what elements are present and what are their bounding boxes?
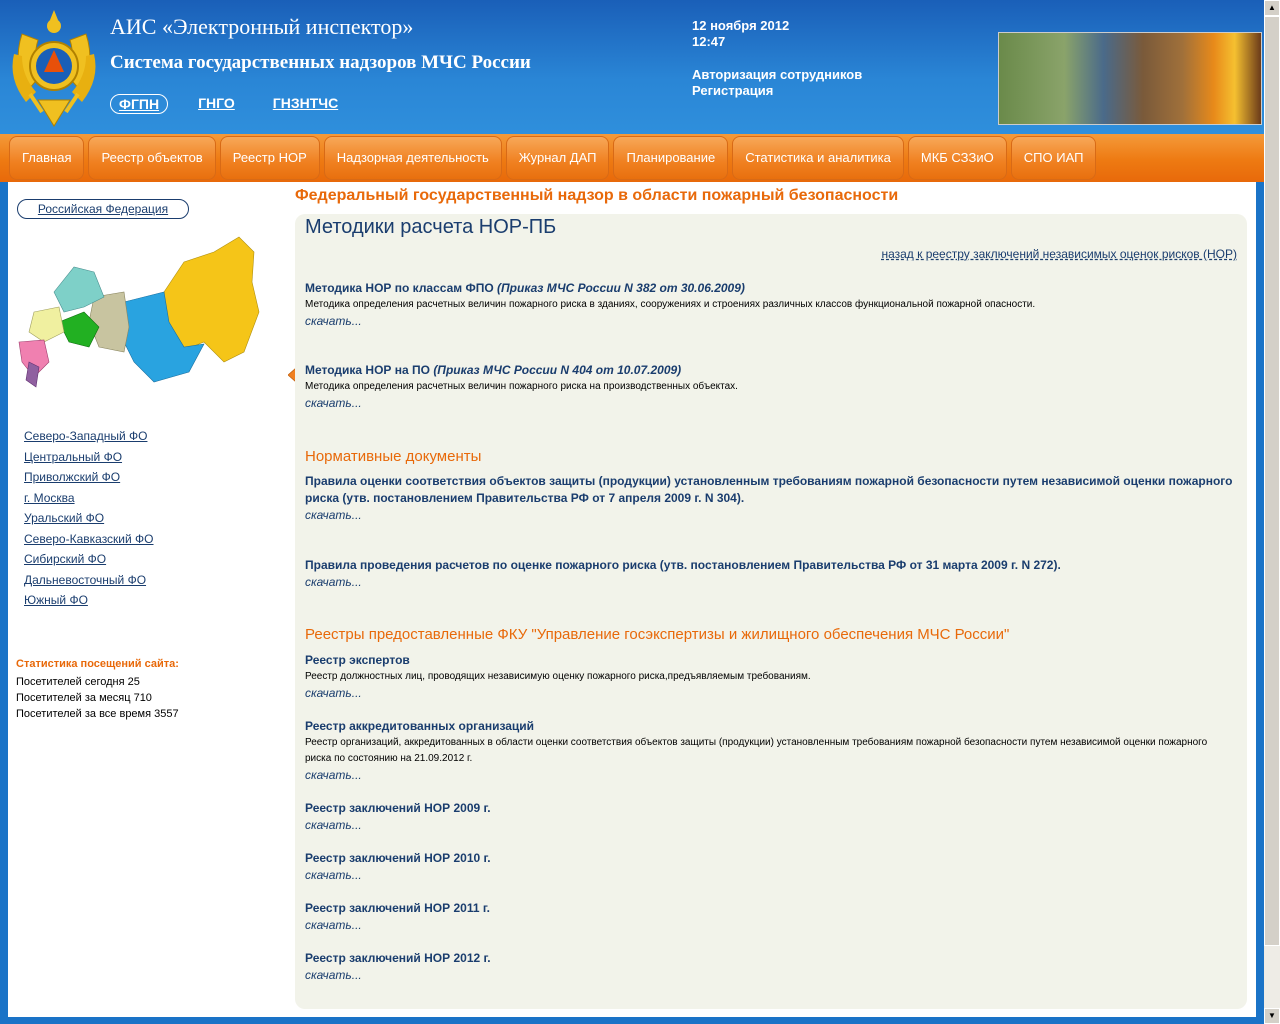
registry-item: Реестр заключений НОР 2009 г. скачать...	[305, 800, 1235, 834]
registry-item: Реестр заключений НОР 2010 г. скачать...	[305, 850, 1235, 884]
registry-title: Реестр заключений НОР 2012 г.	[305, 951, 491, 965]
registry-item: Реестр заключений НОР 2011 г. скачать...	[305, 900, 1235, 934]
scrollbar-thumb[interactable]	[1264, 16, 1280, 946]
registry-item: Реестр аккредитованных организаций Реест…	[305, 718, 1235, 784]
download-link[interactable]: скачать...	[305, 917, 1235, 934]
registry-item: Реестр заключений НОР 2012 г. скачать...	[305, 950, 1235, 984]
mchs-emblem-icon	[12, 10, 96, 127]
stats-total: Посетителей за все время 3557	[16, 708, 179, 720]
federal-supervision-title: Федеральный государственный надзор в обл…	[295, 187, 899, 204]
district-link[interactable]: Дальневосточный ФО	[24, 570, 154, 591]
district-link[interactable]: Северо-Западный ФО	[24, 426, 154, 447]
download-link[interactable]: скачать...	[305, 574, 1235, 591]
method-order: (Приказ МЧС России N 404 от 10.07.2009)	[433, 363, 682, 377]
download-link[interactable]: скачать...	[305, 767, 1235, 784]
tab-home[interactable]: Главная	[9, 136, 85, 180]
download-link[interactable]: скачать...	[305, 867, 1235, 884]
district-link[interactable]: Уральский ФО	[24, 508, 154, 529]
main-nav: Главная Реестр объектов Реестр НОР Надзо…	[0, 134, 1264, 182]
download-link[interactable]: скачать...	[305, 313, 1235, 330]
browser-viewport: АИС «Электронный инспектор» Система госу…	[0, 0, 1264, 1024]
method-item: Методика НОР по классам ФПО (Приказ МЧС …	[305, 280, 1235, 330]
method-description: Методика определения расчетных величин п…	[305, 381, 738, 392]
method-description: Методика определения расчетных величин п…	[305, 299, 1036, 310]
header-photo	[998, 32, 1262, 125]
tab-statistics[interactable]: Статистика и аналитика	[732, 136, 904, 180]
site-subtitle: Система государственных надзоров МЧС Рос…	[110, 52, 531, 73]
tab-dap-journal[interactable]: Журнал ДАП	[505, 136, 610, 180]
site-title: АИС «Электронный инспектор»	[110, 14, 414, 39]
registry-title: Реестр экспертов	[305, 653, 410, 667]
page-title: Методики расчета НОР-ПБ	[305, 216, 557, 238]
stats-today: Посетителей сегодня 25	[16, 676, 140, 688]
registry-description: Реестр организаций, аккредитованных в об…	[305, 737, 1208, 764]
method-order: (Приказ МЧС России N 382 от 30.06.2009)	[497, 281, 745, 295]
registry-title: Реестр заключений НОР 2010 г.	[305, 851, 491, 865]
section-normative-docs: Нормативные документы	[305, 448, 482, 465]
tab-spo-iap[interactable]: СПО ИАП	[1010, 136, 1097, 180]
download-link[interactable]: скачать...	[305, 967, 1235, 984]
doc-title: Правила оценки соответствия объектов защ…	[305, 474, 1233, 505]
page-body: Российская Федерация Северо-Западный ФО …	[8, 182, 1256, 1017]
date-time: 12 ноября 2012 12:47	[692, 18, 789, 50]
registry-description: Реестр должностных лиц, проводящих незав…	[305, 671, 811, 682]
district-link[interactable]: Приволжский ФО	[24, 467, 154, 488]
registry-title: Реестр заключений НОР 2009 г.	[305, 801, 491, 815]
method-item: Методика НОР на ПО (Приказ МЧС России N …	[305, 362, 1235, 412]
tab-mkb[interactable]: МКБ СЗЗиО	[907, 136, 1007, 180]
download-link[interactable]: скачать...	[305, 685, 1235, 702]
registry-title: Реестр заключений НОР 2011 г.	[305, 901, 490, 915]
scroll-up-icon[interactable]: ▲	[1264, 0, 1280, 16]
content-panel: Методики расчета НОР-ПБ назад к реестру …	[295, 214, 1247, 1009]
vertical-scrollbar[interactable]: ▲ ▼	[1264, 0, 1280, 1024]
link-gnzntchs[interactable]: ГНЗНТЧС	[265, 94, 346, 114]
site-header: АИС «Электронный инспектор» Система госу…	[0, 0, 1264, 134]
link-gngo[interactable]: ГНГО	[190, 94, 243, 114]
download-link[interactable]: скачать...	[305, 817, 1235, 834]
current-time: 12:47	[692, 34, 726, 49]
registry-item: Реестр экспертов Реестр должностных лиц,…	[305, 652, 1235, 702]
download-link[interactable]: скачать...	[305, 395, 1235, 412]
back-to-registry-link[interactable]: назад к реестру заключений независимых о…	[881, 247, 1237, 261]
district-list: Северо-Западный ФО Центральный ФО Привол…	[24, 426, 154, 611]
district-link[interactable]: г. Москва	[24, 488, 154, 509]
register-link[interactable]: Регистрация	[692, 83, 862, 99]
russia-map-icon[interactable]	[14, 232, 264, 392]
district-link[interactable]: Северо-Кавказский ФО	[24, 529, 154, 550]
doc-item: Правила оценки соответствия объектов защ…	[305, 473, 1235, 524]
district-link[interactable]: Сибирский ФО	[24, 549, 154, 570]
stats-month: Посетителей за месяц 710	[16, 692, 152, 704]
tab-supervision[interactable]: Надзорная деятельность	[323, 136, 502, 180]
tab-objects-registry[interactable]: Реестр объектов	[88, 136, 216, 180]
method-title-text: Методика НОР по классам ФПО	[305, 281, 494, 295]
method-title: Методика НОР по классам ФПО (Приказ МЧС …	[305, 280, 1235, 297]
tab-planning[interactable]: Планирование	[613, 136, 729, 180]
auth-links: Авторизация сотрудников Регистрация	[692, 67, 862, 99]
scroll-down-icon[interactable]: ▼	[1264, 1008, 1280, 1024]
sidebar: Российская Федерация Северо-Западный ФО …	[8, 182, 288, 1017]
staff-login-link[interactable]: Авторизация сотрудников	[692, 67, 862, 83]
section-registries: Реестры предоставленные ФКУ "Управление …	[305, 626, 1010, 643]
doc-item: Правила проведения расчетов по оценке по…	[305, 557, 1235, 591]
method-title-text: Методика НОР на ПО	[305, 363, 430, 377]
russian-federation-button[interactable]: Российская Федерация	[17, 199, 189, 219]
doc-title: Правила проведения расчетов по оценке по…	[305, 558, 1061, 572]
current-date: 12 ноября 2012	[692, 18, 790, 33]
district-link[interactable]: Южный ФО	[24, 590, 154, 611]
link-fgpn[interactable]: ФГПН	[110, 94, 169, 114]
registry-title: Реестр аккредитованных организаций	[305, 719, 535, 733]
download-link[interactable]: скачать...	[305, 507, 1235, 524]
method-title: Методика НОР на ПО (Приказ МЧС России N …	[305, 362, 1235, 379]
district-link[interactable]: Центральный ФО	[24, 447, 154, 468]
tab-nor-registry[interactable]: Реестр НОР	[219, 136, 320, 180]
supervision-links: ФГПН ГНГО ГНЗНТЧС	[110, 94, 346, 114]
stats-title: Статистика посещений сайта:	[16, 658, 179, 670]
